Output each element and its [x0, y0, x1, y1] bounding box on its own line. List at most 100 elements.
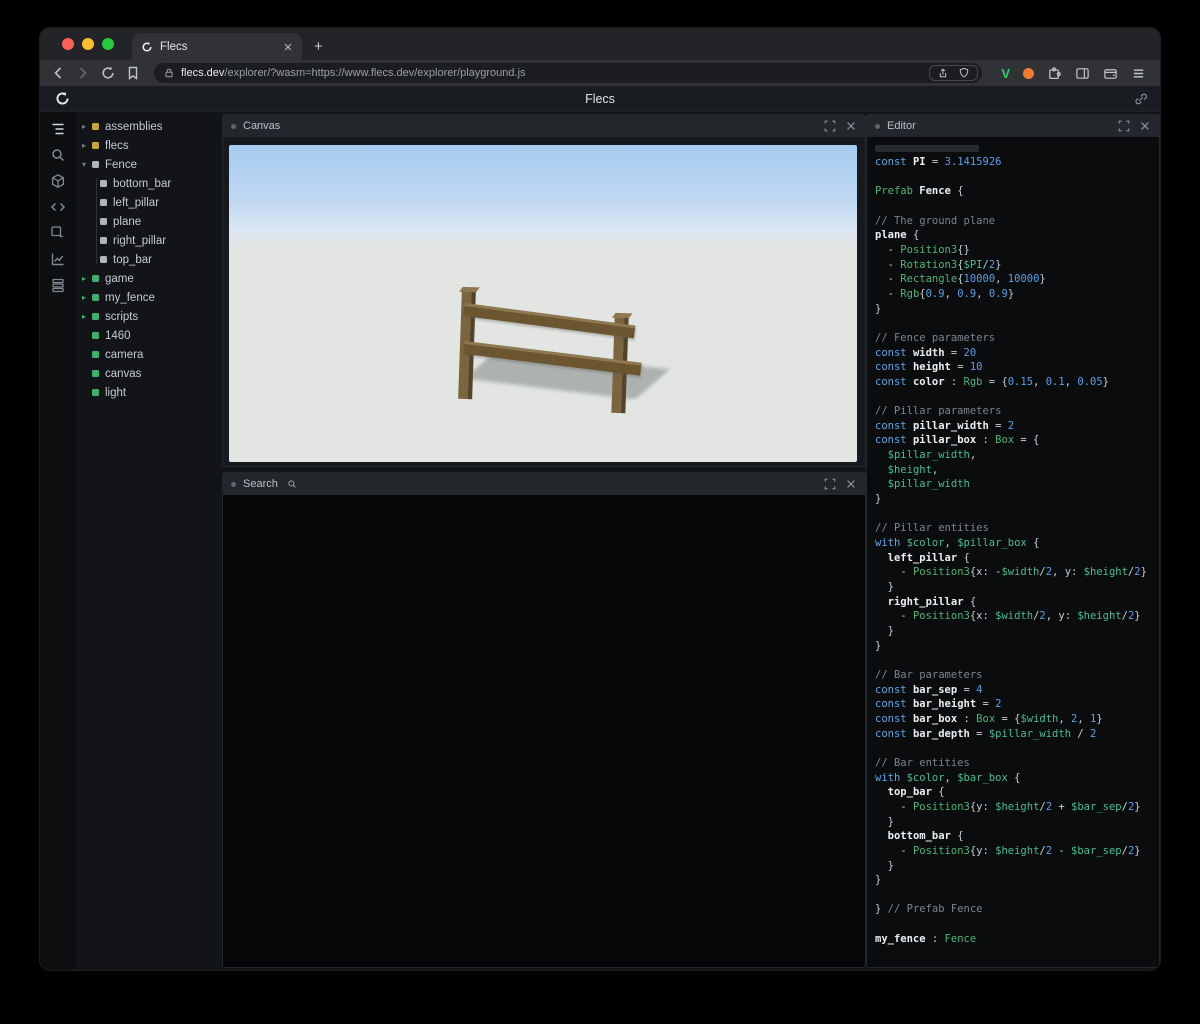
tree-item-bottom_bar[interactable]: bottom_bar: [76, 174, 222, 193]
left-icon-rail: [40, 112, 76, 970]
inspector-icon[interactable]: [50, 225, 66, 241]
stats-chart-icon[interactable]: [50, 251, 66, 267]
brave-vpn-icon[interactable]: V: [1001, 67, 1010, 80]
code-line: const PI = 3.1415926: [875, 155, 1159, 170]
chevron-right-icon[interactable]: ▸: [82, 141, 92, 150]
traffic-lights: [62, 38, 114, 50]
reload-icon[interactable]: [100, 65, 116, 81]
back-icon[interactable]: [50, 65, 66, 81]
code-line: - Rgb{0.9, 0.9, 0.9}: [875, 287, 1159, 302]
code-icon[interactable]: [50, 199, 66, 215]
brave-shield-icon[interactable]: [958, 67, 970, 79]
expand-panel-icon[interactable]: [824, 120, 836, 132]
tree-view-icon[interactable]: [50, 121, 66, 137]
tree-item-left_pillar[interactable]: left_pillar: [76, 193, 222, 212]
code-line: with $color, $pillar_box {: [875, 536, 1159, 551]
entity-square-icon: [100, 256, 107, 263]
pillar-top-face: [459, 287, 480, 292]
tree-item-light[interactable]: light: [76, 383, 222, 402]
extensions-puzzle-icon[interactable]: [1047, 66, 1062, 81]
bookmark-icon[interactable]: [125, 65, 141, 81]
canvas-3d-viewport[interactable]: [229, 145, 857, 462]
close-window-button[interactable]: [62, 38, 74, 50]
code-line: const height = 10: [875, 360, 1159, 375]
chevron-right-icon[interactable]: ▸: [82, 122, 92, 131]
code-line: // Pillar entities: [875, 521, 1159, 536]
close-panel-icon[interactable]: [845, 478, 857, 490]
code-area[interactable]: const PI = 3.1415926 Prefab Fence { // T…: [867, 137, 1159, 967]
search-results-area[interactable]: [223, 495, 865, 967]
tab-strip: Flecs +: [40, 28, 1160, 60]
code-line: $pillar_width: [875, 477, 1159, 492]
forward-icon[interactable]: [75, 65, 91, 81]
code-line: $height,: [875, 463, 1159, 478]
tree-item-camera[interactable]: camera: [76, 345, 222, 364]
editor-panel-actions: [1118, 120, 1151, 132]
code-line: [875, 507, 1159, 522]
browser-tab[interactable]: Flecs: [132, 33, 302, 60]
entities-cube-icon[interactable]: [50, 173, 66, 189]
tree-guide-line: [96, 178, 97, 264]
zoom-window-button[interactable]: [102, 38, 114, 50]
code-line: }: [875, 624, 1159, 639]
panel-dot-icon: [231, 482, 236, 487]
code-line: const bar_height = 2: [875, 697, 1159, 712]
tree-item-canvas[interactable]: canvas: [76, 364, 222, 383]
chevron-right-icon[interactable]: ▸: [82, 312, 92, 321]
tree-item-label: flecs: [105, 140, 129, 152]
tree-item-Fence[interactable]: ▾Fence: [76, 155, 222, 174]
code-line: // Bar entities: [875, 756, 1159, 771]
tree-item-label: my_fence: [105, 292, 155, 304]
code-line: // Pillar parameters: [875, 404, 1159, 419]
canvas-panel-title: Canvas: [243, 120, 280, 132]
search-icon[interactable]: [50, 147, 66, 163]
menu-icon[interactable]: [1131, 66, 1146, 81]
code-line: plane {: [875, 228, 1159, 243]
wallet-icon[interactable]: [1103, 66, 1118, 81]
url-domain: flecs.dev: [181, 67, 224, 79]
code-line: const color : Rgb = {0.15, 0.1, 0.05}: [875, 375, 1159, 390]
tree-item-1460[interactable]: 1460: [76, 326, 222, 345]
extension-badge-icon[interactable]: [1023, 68, 1034, 79]
tree-item-flecs[interactable]: ▸ flecs: [76, 136, 222, 155]
tree-item-right_pillar[interactable]: right_pillar: [76, 231, 222, 250]
new-tab-button[interactable]: +: [314, 39, 323, 54]
expand-panel-icon[interactable]: [1118, 120, 1130, 132]
tables-rows-icon[interactable]: [50, 277, 66, 293]
permalink-icon[interactable]: [1134, 92, 1148, 106]
browser-toolbar: flecs.dev/explorer/?wasm=https://www.fle…: [40, 60, 1160, 86]
code-line: [875, 170, 1159, 185]
close-panel-icon[interactable]: [1139, 120, 1151, 132]
pillar-top-face: [612, 313, 633, 318]
entity-square-icon: [100, 180, 107, 187]
code-line: const pillar_box : Box = {: [875, 433, 1159, 448]
tree-item-scripts[interactable]: ▸scripts: [76, 307, 222, 326]
sidebar-panel-icon[interactable]: [1075, 66, 1090, 81]
chevron-right-icon[interactable]: ▸: [82, 293, 92, 302]
flecs-logo-icon[interactable]: [55, 91, 70, 106]
code-line: const width = 20: [875, 346, 1159, 361]
code-line: [875, 316, 1159, 331]
tree-item-assemblies[interactable]: ▸assemblies: [76, 117, 222, 136]
chevron-right-icon[interactable]: ▸: [82, 274, 92, 283]
code-line: }: [875, 492, 1159, 507]
chevron-down-icon[interactable]: ▾: [82, 160, 92, 169]
share-icon[interactable]: [937, 67, 949, 79]
expand-panel-icon[interactable]: [824, 478, 836, 490]
code-line: [875, 653, 1159, 668]
code-line: - Rotation3{$PI/2}: [875, 258, 1159, 273]
close-panel-icon[interactable]: [845, 120, 857, 132]
tree-item-label: camera: [105, 349, 143, 361]
panel-dot-icon: [231, 124, 236, 129]
code-line: Prefab Fence {: [875, 184, 1159, 199]
tree-item-label: right_pillar: [113, 235, 166, 247]
tree-item-game[interactable]: ▸game: [76, 269, 222, 288]
tree-item-plane[interactable]: plane: [76, 212, 222, 231]
tree-item-my_fence[interactable]: ▸ my_fence: [76, 288, 222, 307]
tree-item-top_bar[interactable]: top_bar: [76, 250, 222, 269]
code-line-clipped: [875, 141, 1159, 155]
tab-close-icon[interactable]: [283, 42, 293, 52]
code-line: }: [875, 639, 1159, 654]
address-bar[interactable]: flecs.dev/explorer/?wasm=https://www.fle…: [154, 63, 982, 83]
minimize-window-button[interactable]: [82, 38, 94, 50]
